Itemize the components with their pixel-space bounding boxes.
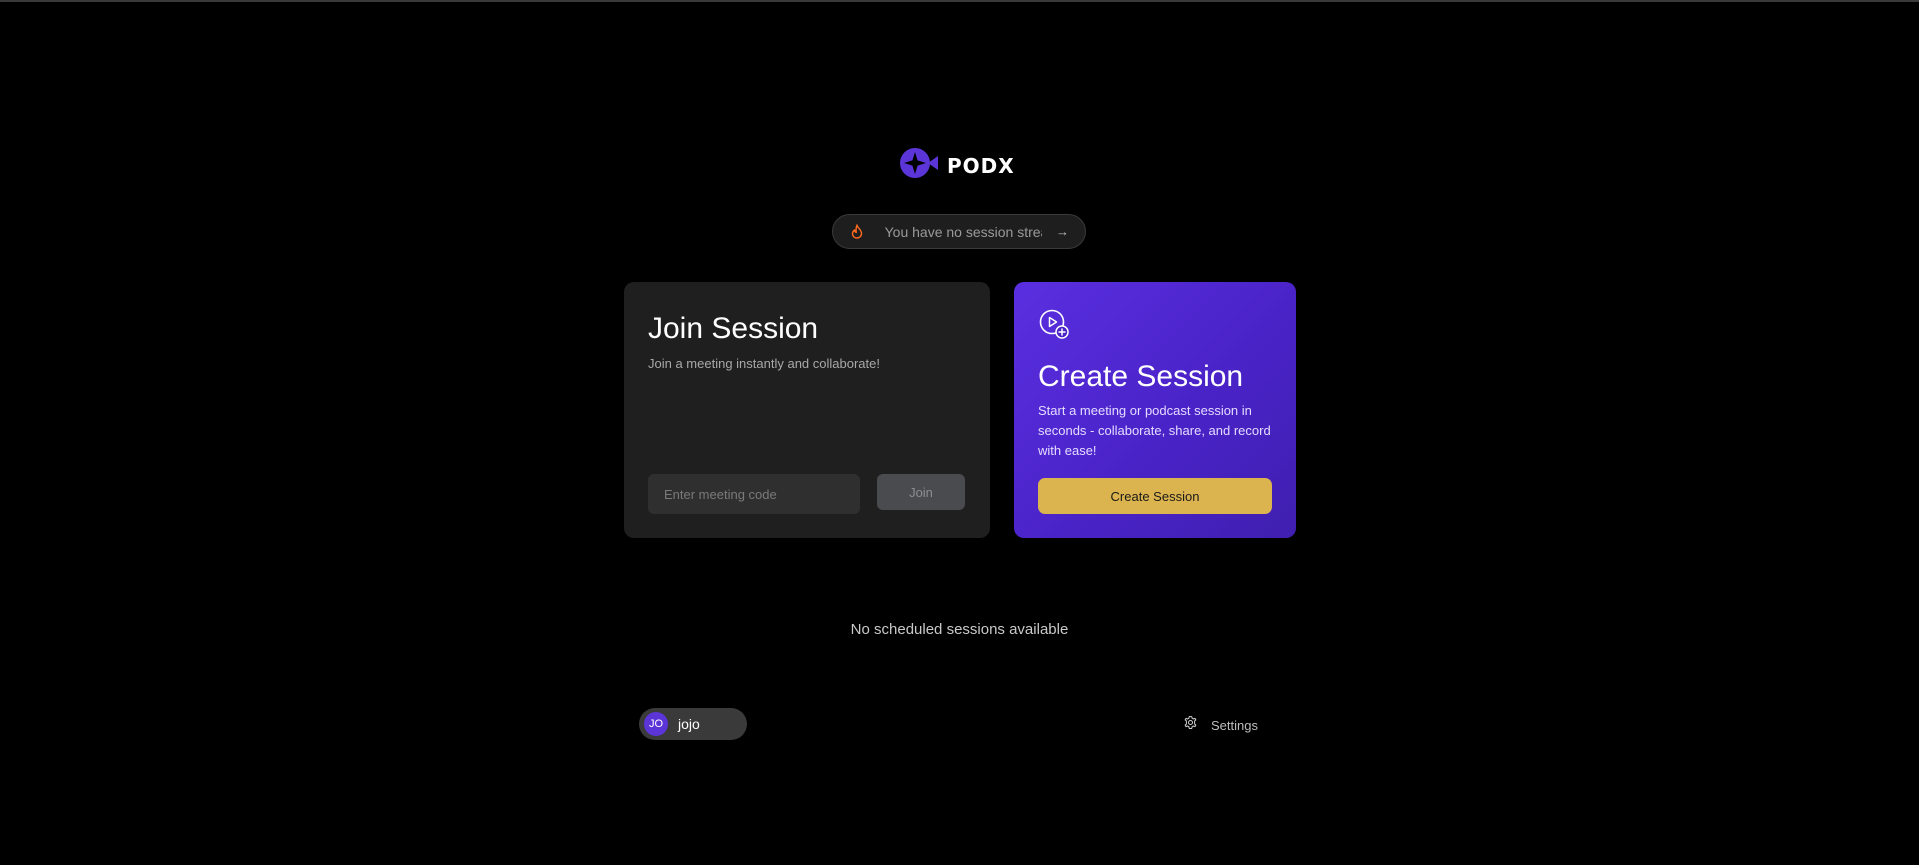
avatar: JO bbox=[644, 712, 668, 736]
brand-logo: PODX bbox=[899, 146, 1015, 185]
user-profile-button[interactable]: JO jojo bbox=[639, 708, 747, 740]
meeting-code-input[interactable] bbox=[648, 474, 860, 514]
gear-icon bbox=[1183, 715, 1198, 735]
create-session-description: Start a meeting or podcast session in se… bbox=[1038, 403, 1271, 458]
join-session-title: Join Session bbox=[648, 312, 819, 345]
create-session-card: Create Session Start a meeting or podcas… bbox=[1014, 282, 1296, 538]
window-top-border bbox=[0, 0, 1919, 2]
flame-icon bbox=[851, 224, 865, 240]
podx-logo-icon bbox=[899, 146, 939, 185]
no-scheduled-sessions-message: No scheduled sessions available bbox=[850, 621, 1069, 638]
join-session-subtitle: Join a meeting instantly and collaborate… bbox=[648, 356, 880, 371]
settings-label: Settings bbox=[1211, 717, 1258, 733]
brand-name: PODX bbox=[947, 153, 1015, 178]
play-plus-icon bbox=[1038, 308, 1070, 340]
streak-text: You have no session streak bbox=[884, 223, 1042, 240]
settings-button[interactable]: Settings bbox=[1183, 715, 1258, 735]
arrow-right-icon: → bbox=[1056, 224, 1069, 239]
join-button[interactable]: Join bbox=[877, 474, 965, 510]
create-session-title: Create Session bbox=[1038, 360, 1244, 393]
join-session-card: Join Session Join a meeting instantly an… bbox=[624, 282, 990, 538]
create-session-button[interactable]: Create Session bbox=[1038, 478, 1272, 514]
session-streak-banner[interactable]: You have no session streak → bbox=[832, 214, 1086, 249]
user-name: jojo bbox=[678, 716, 700, 732]
